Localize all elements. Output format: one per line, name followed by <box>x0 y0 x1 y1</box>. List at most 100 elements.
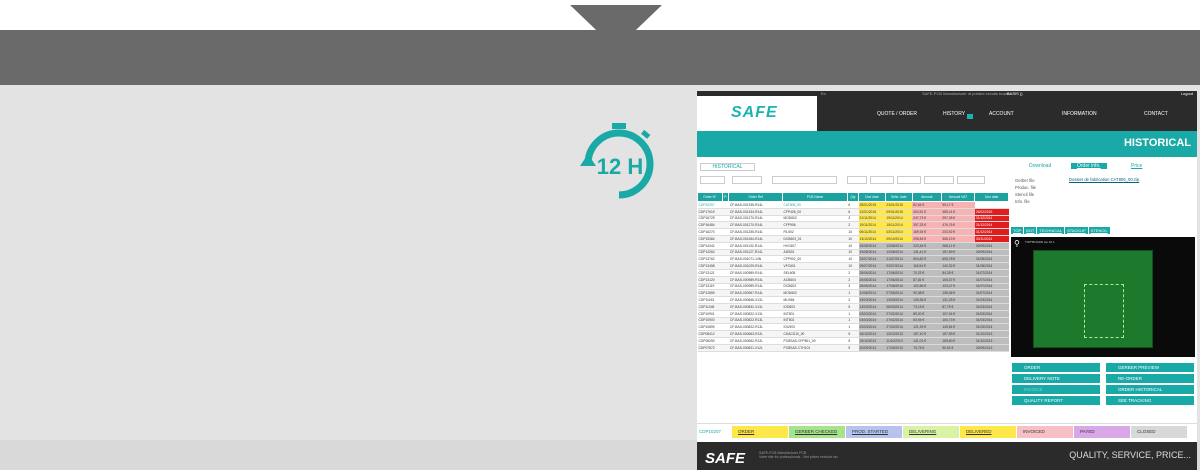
safe-logo[interactable]: SAFE <box>697 96 817 131</box>
order-historical-button[interactable]: ORDER HISTORICAL <box>1106 385 1194 394</box>
table-cell: 109,38 € <box>912 296 942 304</box>
table-cell: CF-BAS-001335-R14L <box>728 201 783 209</box>
table-cell: 11/06/2014 <box>858 289 886 298</box>
column-header[interactable]: Qty <box>846 192 860 202</box>
table-row[interactable]: CDP11163 CF-BAS-000846-X13L MLI984 2 19/03/2… <box>697 296 1009 304</box>
status-step-delivered[interactable]: DELIVERED <box>960 426 1016 438</box>
status-step-prod-started[interactable]: PROD. STARTED <box>846 426 902 438</box>
table-row[interactable]: CDP14342 CF-BAS-001132-R14L HVC607 10 16/08/… <box>697 242 1009 250</box>
filter-input[interactable] <box>732 176 762 184</box>
table-cell: CDP14264 <box>697 249 723 257</box>
table-row[interactable]: CDP07872 CF-BAS-000621-X12L PCBSAS-CTH101 5… <box>697 344 1009 352</box>
table-cell: CF-BAS-000989-R14L <box>728 276 783 284</box>
filter-input[interactable] <box>870 176 894 184</box>
table-cell <box>974 201 1009 209</box>
table-row[interactable]: CDP13121 CF-BAS-000989-R14L SEL605 2 25/06/2… <box>697 269 1009 277</box>
filter-input[interactable] <box>924 176 954 184</box>
column-header[interactable]: Order Ref <box>728 192 783 202</box>
tab-price[interactable]: Price <box>1131 163 1142 169</box>
table-cell: 19/11/2014 <box>858 221 886 230</box>
table-row[interactable]: CDP13762 CF-BAS-001071-14N CFP902_00 10 23/0… <box>697 255 1009 264</box>
file-list: Gerber file Produc. file Stencil file In… <box>1015 178 1036 204</box>
table-cell: 157,10 € <box>912 330 942 338</box>
status-step-gerber-checked[interactable]: GERBER CHECKED <box>789 426 845 438</box>
tab-stackup[interactable]: STACKUP <box>1065 227 1088 234</box>
column-header[interactable]: Due date <box>858 192 886 202</box>
tab-bot[interactable]: BOT <box>1024 227 1037 234</box>
pcb-board-image <box>1033 250 1153 348</box>
table-row[interactable]: CDP14264 CF-BAS-001127-R14L AID501 10 19/08/… <box>697 249 1009 257</box>
table-row[interactable]: CDP10899 CF-BAS-000822-R13L IOU903 1 03/03/2… <box>697 323 1009 332</box>
view-tabs: TOP BOT TECHNICAL STACKUP STENCIL <box>1011 227 1111 235</box>
column-header[interactable]: Due date <box>974 192 1009 202</box>
nav-information[interactable]: INFORMATION <box>1062 111 1097 117</box>
table-cell: 19/08/2014 <box>858 249 886 257</box>
filter-input[interactable] <box>700 176 725 184</box>
table-row[interactable]: CDP11045 CF-BAS-000832-X13L IOD803 5 13/03/2… <box>697 303 1009 311</box>
table-cell: 141,01 € <box>912 337 942 345</box>
table-row[interactable]: CDP10901 CF-BAS-000822-X13L INT801 1 03/03/2… <box>697 310 1009 318</box>
nav-quote-order[interactable]: QUOTE / ORDER <box>877 111 917 117</box>
status-step-delivering[interactable]: DELIVERING <box>903 426 959 438</box>
table-cell: 09/07/2014 <box>858 262 886 270</box>
nav-account[interactable]: ACCOUNT <box>989 111 1014 117</box>
table-row[interactable]: CDP16484 CF-BAS-001270-R14L CFP906 2 19/11/2… <box>697 221 1009 230</box>
table-cell: CF-BAS-000652-R12L <box>728 337 783 345</box>
tab-technical[interactable]: TECHNICAL <box>1037 227 1065 234</box>
table-cell: 5 <box>847 330 859 338</box>
tab-stencil[interactable]: STENCIL <box>1088 227 1110 234</box>
table-cell: CDP16270 <box>697 228 723 236</box>
invoice-button[interactable]: INVOICE <box>1012 385 1100 394</box>
tab-top[interactable]: TOP <box>1011 227 1024 234</box>
column-header[interactable]: Amount VAT <box>940 192 976 202</box>
tab-historical[interactable]: HISTORICAL <box>700 163 755 171</box>
filter-input[interactable] <box>847 176 867 184</box>
table-row[interactable]: CDP17619 CF-BAS-001334-R14L CFP405_00 6 12/0… <box>697 208 1009 216</box>
table-row[interactable]: CDP10900 CF-BAS-000822-R13L INT802 1 03/03/2… <box>697 317 1009 325</box>
delivery-note-button[interactable]: DELIVERY NOTE <box>1012 374 1100 383</box>
table-cell: 2 <box>847 221 859 230</box>
gerber-download-link[interactable]: Dossier de fabrication CAT806_00.zip <box>1069 177 1139 182</box>
table-cell: 23/07/2014 <box>858 255 886 264</box>
table-row[interactable]: CDP13119 CF-BAS-000989-R14L DCB603 3 25/06/2… <box>697 283 1009 291</box>
column-header[interactable]: P. <box>721 192 730 202</box>
table-row[interactable]: CDP16729 CF-BAS-001270-R14L MOD602 3 21/11/2… <box>697 215 1009 223</box>
table-cell: 28/01/2015 <box>858 201 886 209</box>
nav-contact[interactable]: CONTACT <box>1144 111 1168 117</box>
table-row[interactable]: CDP16270 CF-BAS-001255-R14L FIL502 10 06/11/… <box>697 228 1009 236</box>
table-row[interactable]: CDP13458 CF-BAS-001029-R14L VFC601 10 09/07/… <box>697 262 1009 270</box>
table-row[interactable]: CDP15384 CF-BAS-001264-R14L DCB603_01 10 13/… <box>697 235 1009 243</box>
table-row[interactable]: CDP08412 CF-BAS-000663-R12L CDACD10_00 5 16/… <box>697 330 1009 338</box>
column-header[interactable]: PCB Name <box>782 192 848 202</box>
see-tracking-button[interactable]: SEE TRACKING <box>1106 396 1194 405</box>
table-cell: CDP16729 <box>697 215 723 223</box>
status-step-order[interactable]: ORDER <box>732 426 788 438</box>
zoom-icon[interactable]: ⚲ <box>1014 239 1020 248</box>
order-button[interactable]: ORDER <box>1012 363 1100 372</box>
tab-order-info[interactable]: Order info. <box>1071 163 1107 169</box>
table-cell: 107,04 € <box>941 310 975 318</box>
column-header[interactable]: Order N° <box>697 192 723 202</box>
table-cell: CDP13121 <box>697 269 723 277</box>
gerber-preview-button[interactable]: GERBER PREVIEW <box>1106 363 1194 372</box>
app-screenshot: En SAFE-PCB Manufacturer of printed circ… <box>697 91 1197 470</box>
table-row[interactable]: CDP08250 CF-BAS-000652-R12L PCBSAS-CFP801_… <box>697 337 1009 345</box>
pcb-preview[interactable]: ⚲ TOP*BOARD top 40 1 <box>1011 237 1195 357</box>
filter-input[interactable] <box>772 176 837 184</box>
quality-report-button[interactable]: QUALITY REPORT <box>1012 396 1100 405</box>
table-row[interactable]: CDP10207 CF-BAS-001335-R14L CAT806_00 6 28/0… <box>697 201 1009 209</box>
filter-input[interactable] <box>957 176 985 184</box>
table-row[interactable]: CDP13120 CF-BAS-000989-R14L ACB604 2 20/06/2… <box>697 276 1009 284</box>
column-header[interactable]: Amount <box>911 192 942 202</box>
table-cell: CF-BAS-000967-R14L <box>728 289 783 298</box>
filter-input[interactable] <box>897 176 921 184</box>
home-icon[interactable] <box>967 114 973 119</box>
table-cell: 27/02/2014 <box>885 317 913 325</box>
table-cell <box>722 235 729 243</box>
column-header[interactable]: Sello. date <box>884 192 913 202</box>
nav-history[interactable]: HISTORY <box>943 111 965 117</box>
table-row[interactable]: CDP12859 CF-BAS-000967-R14L MOD602 1 11/06/2… <box>697 289 1009 298</box>
reorder-button[interactable]: RE-ORDER <box>1106 374 1194 383</box>
table-cell <box>722 262 729 270</box>
tab-download[interactable]: Download <box>1029 163 1051 169</box>
